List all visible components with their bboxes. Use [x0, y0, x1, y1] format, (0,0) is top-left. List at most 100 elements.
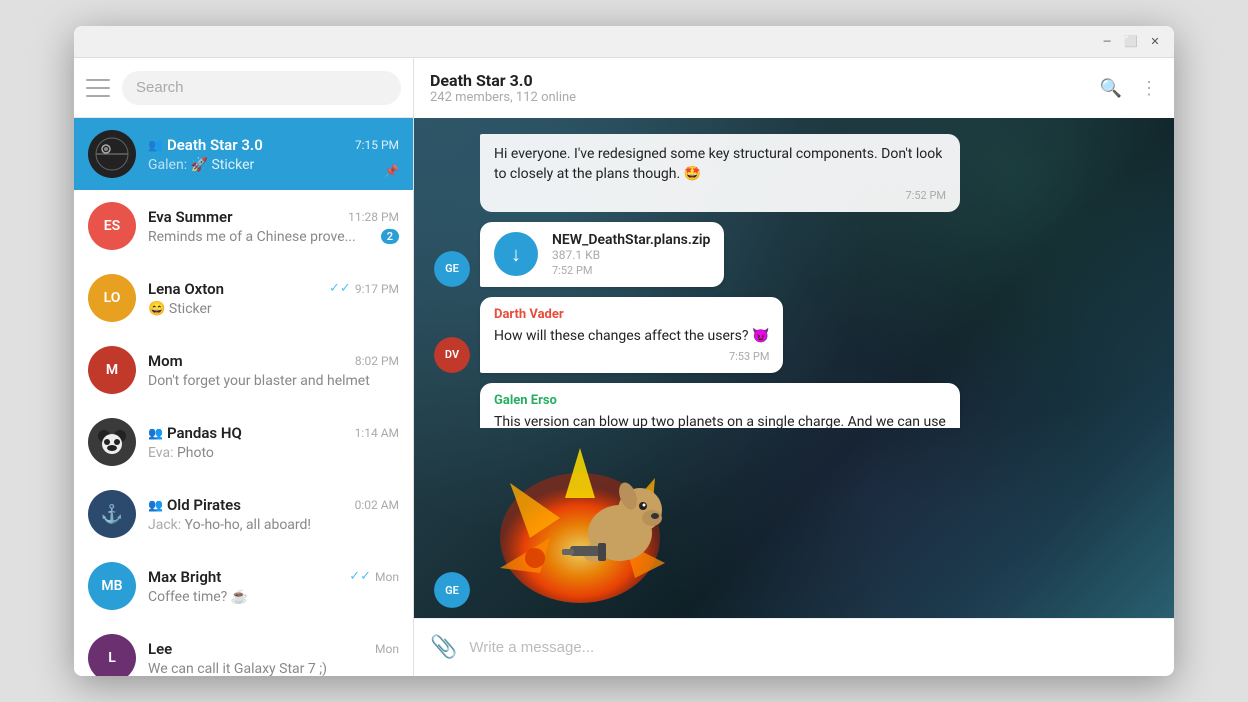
- chat-name-row: Max Bright ✓✓ Mon: [148, 568, 399, 586]
- svg-text:⚓: ⚓: [101, 503, 123, 525]
- chat-list-item-pandas-hq[interactable]: 👥Pandas HQ 1:14 AM Eva: Photo: [74, 406, 413, 478]
- file-message-bubble: ↓ NEW_DeathStar.plans.zip 387.1 KB 7:52 …: [480, 222, 724, 287]
- preview-label: Galen:: [148, 157, 187, 173]
- chat-preview: 😄 Sticker: [148, 301, 399, 317]
- chat-header-info: Death Star 3.0 242 members, 112 online: [430, 71, 576, 105]
- chat-name: Mom: [148, 352, 183, 370]
- avatar: ES: [88, 202, 136, 250]
- messages-area: Hi everyone. I've redesigned some key st…: [414, 118, 1174, 428]
- avatar: GE: [434, 251, 470, 287]
- chat-name: Lena Oxton: [148, 280, 224, 298]
- chat-list-item-lee[interactable]: L Lee Mon We can call it Galaxy Star 7 ;…: [74, 622, 413, 676]
- chat-time: Mon: [375, 642, 399, 656]
- chat-time: 7:15 PM: [355, 138, 399, 152]
- preview-text: 😄 Sticker: [148, 301, 212, 317]
- sidebar: 👥Death Star 3.0 7:15 PM Galen: 🚀 Sticker…: [74, 58, 414, 676]
- chat-name-row: Eva Summer 11:28 PM: [148, 208, 399, 226]
- message-sender: Galen Erso: [494, 393, 946, 408]
- read-tick-icon: ✓✓: [329, 281, 351, 296]
- pin-icon: 📌: [384, 164, 399, 178]
- chat-list: 👥Death Star 3.0 7:15 PM Galen: 🚀 Sticker…: [74, 118, 413, 676]
- attach-icon[interactable]: 📎: [430, 635, 457, 660]
- preview-label: Eva:: [148, 445, 173, 461]
- chat-time: 0:02 AM: [355, 498, 399, 512]
- file-download-icon[interactable]: ↓: [494, 232, 538, 276]
- chat-preview: We can call it Galaxy Star 7 ;): [148, 661, 399, 677]
- group-icon: 👥: [148, 138, 163, 152]
- chat-preview: Jack: Yo-ho-ho, all aboard!: [148, 517, 399, 533]
- chat-list-item-mom[interactable]: M Mom 8:02 PM Don't forget your blaster …: [74, 334, 413, 406]
- file-info: NEW_DeathStar.plans.zip 387.1 KB 7:52 PM: [552, 232, 710, 277]
- menu-icon[interactable]: [86, 79, 110, 97]
- chat-header: Death Star 3.0 242 members, 112 online 🔍…: [414, 58, 1174, 118]
- message-row: GE ↓ NEW_DeathStar.plans.zip 387.1 KB 7:…: [434, 222, 1154, 287]
- avatar: MB: [88, 562, 136, 610]
- file-size: 387.1 KB: [552, 248, 710, 262]
- sticker-image: [480, 428, 710, 608]
- chat-time: Mon: [375, 570, 399, 584]
- chat-info: Lena Oxton ✓✓ 9:17 PM 😄 Sticker: [148, 280, 399, 317]
- message-bubble: Galen Erso This version can blow up two …: [480, 383, 960, 428]
- chat-list-item-death-star[interactable]: 👥Death Star 3.0 7:15 PM Galen: 🚀 Sticker…: [74, 118, 413, 190]
- chat-name-row: Mom 8:02 PM: [148, 352, 399, 370]
- chat-preview: Coffee time? ☕: [148, 589, 399, 605]
- message-input[interactable]: [469, 639, 1158, 656]
- message-bubble: Darth Vader How will these changes affec…: [480, 297, 783, 373]
- preview-text: Reminds me of a Chinese prove...: [148, 229, 356, 245]
- preview-text: We can call it Galaxy Star 7 ;): [148, 661, 327, 677]
- file-time: 7:52 PM: [552, 264, 710, 277]
- sidebar-header: [74, 58, 413, 118]
- group-icon: 👥: [148, 426, 163, 440]
- avatar: DV: [434, 337, 470, 373]
- chat-name-row: 👥Death Star 3.0 7:15 PM: [148, 136, 399, 154]
- app-window: — ⬜ ✕: [74, 26, 1174, 676]
- chat-time: 11:28 PM: [348, 210, 399, 224]
- preview-text: Coffee time? ☕: [148, 589, 248, 605]
- chat-subtitle: 242 members, 112 online: [430, 90, 576, 105]
- chat-list-item-max-bright[interactable]: MB Max Bright ✓✓ Mon Coffee time? ☕: [74, 550, 413, 622]
- maximize-button[interactable]: ⬜: [1124, 35, 1138, 49]
- search-input[interactable]: [136, 79, 387, 96]
- avatar: L: [88, 634, 136, 676]
- preview-text: Don't forget your blaster and helmet: [148, 373, 370, 389]
- avatar: M: [88, 346, 136, 394]
- read-tick-icon: ✓✓: [349, 569, 371, 584]
- sticker-sender-avatar: GE: [434, 572, 470, 608]
- main-content: 👥Death Star 3.0 7:15 PM Galen: 🚀 Sticker…: [74, 58, 1174, 676]
- message-sender: Darth Vader: [494, 307, 769, 322]
- search-chat-icon[interactable]: 🔍: [1100, 78, 1122, 99]
- chat-name: 👥Pandas HQ: [148, 424, 242, 442]
- avatar: LO: [88, 274, 136, 322]
- unread-badge: 2: [381, 229, 399, 244]
- preview-text: Photo: [177, 445, 214, 461]
- preview-text: Yo-ho-ho, all aboard!: [185, 517, 311, 533]
- preview-label: Jack:: [148, 517, 181, 533]
- avatar: [88, 130, 136, 178]
- avatar: [88, 418, 136, 466]
- chat-info: 👥Pandas HQ 1:14 AM Eva: Photo: [148, 424, 399, 461]
- chat-preview: Eva: Photo: [148, 445, 399, 461]
- file-name: NEW_DeathStar.plans.zip: [552, 232, 710, 248]
- chat-preview: Reminds me of a Chinese prove... 2: [148, 229, 399, 245]
- message-row: DV Darth Vader How will these changes af…: [434, 297, 1154, 373]
- close-button[interactable]: ✕: [1148, 35, 1162, 49]
- message-row: Hi everyone. I've redesigned some key st…: [434, 134, 1154, 212]
- more-options-icon[interactable]: ⋮: [1140, 78, 1158, 99]
- message-time: 7:52 PM: [494, 189, 946, 202]
- chat-name-row: Lena Oxton ✓✓ 9:17 PM: [148, 280, 399, 298]
- chat-time: 9:17 PM: [355, 282, 399, 296]
- chat-list-item-eva-summer[interactable]: ES Eva Summer 11:28 PM Reminds me of a C…: [74, 190, 413, 262]
- message-time: 7:53 PM: [494, 350, 769, 363]
- search-box[interactable]: [122, 71, 401, 105]
- chat-name: Lee: [148, 640, 172, 658]
- avatar: GE: [434, 572, 470, 608]
- message-avatar: DV: [434, 337, 470, 373]
- chat-header-actions: 🔍 ⋮: [1100, 78, 1158, 99]
- chat-name-row: 👥Pandas HQ 1:14 AM: [148, 424, 399, 442]
- message-text: How will these changes affect the users?…: [494, 326, 769, 346]
- chat-list-item-old-pirates[interactable]: ⚓ 👥Old Pirates 0:02 AM Jack: Yo-ho-ho, a…: [74, 478, 413, 550]
- chat-info: 👥Death Star 3.0 7:15 PM Galen: 🚀 Sticker: [148, 136, 399, 173]
- minimize-button[interactable]: —: [1100, 35, 1114, 49]
- message-row: Galen Erso This version can blow up two …: [434, 383, 1154, 428]
- chat-list-item-lena-oxton[interactable]: LO Lena Oxton ✓✓ 9:17 PM 😄 Sticker: [74, 262, 413, 334]
